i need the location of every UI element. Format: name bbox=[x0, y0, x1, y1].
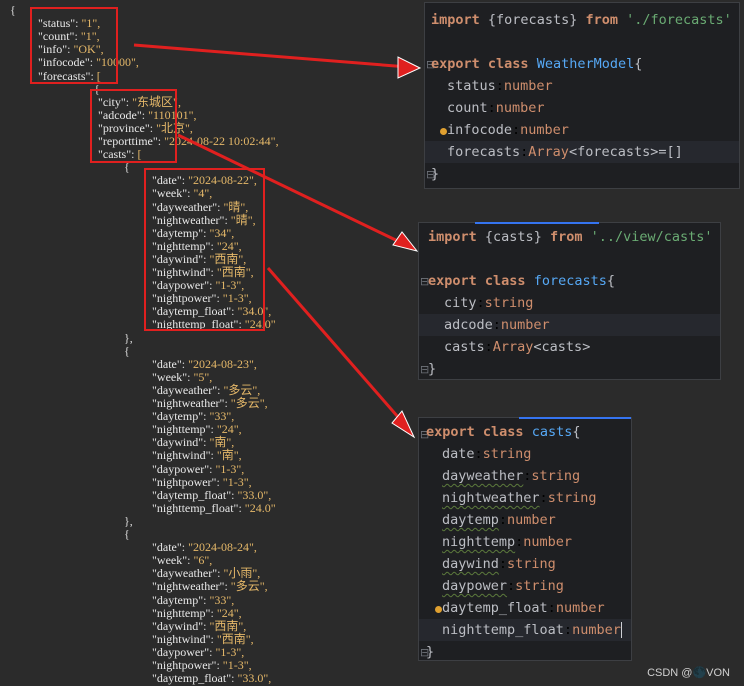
json-line: "nightwind": "西南", bbox=[152, 631, 254, 646]
json-line: }, bbox=[124, 513, 133, 528]
field-dayweather: dayweather:string bbox=[442, 468, 581, 484]
json-line: "dayweather": "小雨", bbox=[152, 566, 261, 581]
field-status: status:number bbox=[447, 78, 553, 94]
highlight-box-root-fields bbox=[30, 7, 118, 84]
json-line: "daywind": "西南", bbox=[152, 618, 247, 633]
code-panel-weathermodel: import {forecasts} from './forecasts' ⊟ … bbox=[424, 2, 740, 189]
json-line: "nightpower": "1-3", bbox=[152, 658, 252, 672]
highlight-box-forecast-fields bbox=[90, 89, 177, 163]
class-close-brace: } bbox=[428, 361, 437, 377]
json-line: "week": "5", bbox=[152, 369, 213, 384]
json-line: { bbox=[124, 527, 130, 541]
json-line: "nightwind": "南", bbox=[152, 448, 242, 463]
tab-indicator bbox=[519, 417, 631, 419]
json-line: "nightweather": "多云", bbox=[152, 396, 268, 410]
field-infocode: infocode:number bbox=[447, 122, 569, 138]
field-daypower: daypower:string bbox=[442, 578, 564, 594]
field-nighttemp-float[interactable]: nighttemp_float:number bbox=[442, 619, 622, 641]
json-line: }, bbox=[124, 330, 133, 345]
json-line: "daytemp": "33", bbox=[152, 409, 235, 424]
field-casts: casts:Array<casts> bbox=[444, 339, 591, 355]
json-line: "daytemp_float": "33.0", bbox=[152, 671, 272, 686]
field-daytemp: daytemp:number bbox=[442, 512, 556, 528]
class-declaration: export class WeatherModel{ bbox=[431, 56, 643, 72]
field-city: city:string bbox=[444, 295, 534, 311]
json-line: "nightpower": "1-3", bbox=[152, 474, 252, 489]
field-adcode: adcode:number bbox=[444, 317, 550, 333]
json-line: "nighttemp": "24", bbox=[152, 605, 242, 620]
json-line: "dayweather": "多云", bbox=[152, 382, 261, 397]
import-line: import {casts} from '../view/casts' bbox=[428, 229, 713, 245]
code-panel-forecasts: import {casts} from '../view/casts' ⊟ ex… bbox=[418, 222, 721, 380]
json-line: "nighttemp_float": "24.0" bbox=[152, 500, 276, 515]
field-nighttemp: nighttemp:number bbox=[442, 534, 573, 550]
json-line: { bbox=[124, 160, 130, 175]
json-line: "date": "2024-08-24", bbox=[152, 540, 257, 555]
class-declaration: export class forecasts{ bbox=[428, 273, 615, 289]
text-cursor bbox=[620, 622, 622, 638]
watermark: CSDN @🌑VON bbox=[647, 667, 730, 679]
json-line: "daytemp_float": "33.0", bbox=[152, 487, 272, 502]
field-daytemp-float: daytemp_float:number bbox=[442, 600, 605, 616]
code-panel-casts: ⊟ export class casts{ date:string daywea… bbox=[418, 417, 632, 661]
json-line: { bbox=[10, 3, 16, 17]
json-line: "daytemp": "33", bbox=[152, 592, 235, 607]
highlight-box-cast-fields bbox=[144, 168, 265, 331]
json-line: "week": "6", bbox=[152, 553, 213, 568]
json-line: { bbox=[124, 343, 130, 358]
class-close-brace: } bbox=[431, 166, 440, 182]
field-forecasts: forecasts:Array<forecasts>=[] bbox=[447, 144, 683, 160]
field-date: date:string bbox=[442, 446, 532, 462]
field-count: count:number bbox=[447, 100, 545, 116]
tab-indicator bbox=[475, 222, 599, 224]
json-line: "nightweather": "多云", bbox=[152, 579, 268, 594]
field-daywind: daywind:string bbox=[442, 556, 556, 572]
warning-bulb-icon[interactable] bbox=[440, 128, 447, 135]
class-close-brace: } bbox=[426, 644, 435, 660]
class-declaration: export class casts{ bbox=[426, 424, 581, 440]
field-nightweather: nightweather:string bbox=[442, 490, 597, 506]
warning-bulb-icon[interactable] bbox=[435, 606, 442, 613]
import-line: import {forecasts} from './forecasts' bbox=[431, 12, 732, 28]
json-line: "daypower": "1-3", bbox=[152, 461, 245, 476]
json-line: "date": "2024-08-23", bbox=[152, 356, 257, 371]
json-line: "daypower": "1-3", bbox=[152, 644, 245, 659]
